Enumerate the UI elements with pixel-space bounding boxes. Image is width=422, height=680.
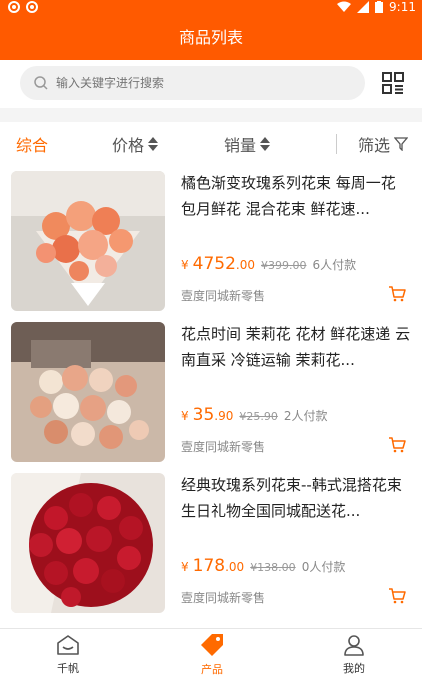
product-image[interactable] <box>11 473 165 613</box>
price-decimal: .00 <box>225 560 245 574</box>
search-box[interactable] <box>20 66 365 100</box>
tab-mine[interactable]: 我的 <box>314 629 394 680</box>
price-decimal: .90 <box>214 409 234 423</box>
search-area <box>0 60 422 108</box>
tab-qianfan[interactable]: 千帆 <box>28 629 108 680</box>
original-price: ¥399.00 <box>261 259 307 272</box>
price-currency: ¥ <box>181 409 189 423</box>
page-title: 商品列表 <box>0 16 422 60</box>
price-row: ¥ 4752 .00 ¥399.00 6人付款 <box>181 254 356 274</box>
pay-count: 0人付款 <box>301 560 346 574</box>
original-price: ¥25.90 <box>239 410 278 423</box>
home-icon <box>57 635 79 655</box>
product-title[interactable]: 经典玫瑰系列花束--韩式混搭花束生日礼物全国同城配送花... <box>181 472 413 524</box>
cart-icon[interactable] <box>388 437 406 453</box>
price-currency: ¥ <box>181 560 189 574</box>
tab-products[interactable]: 产品 <box>172 629 252 680</box>
price-integer: 4752 <box>192 254 236 274</box>
product-card[interactable]: 橘色渐变玫瑰系列花束 每周一花 包月鲜花 混合花束 鲜花速... ¥ 4752 … <box>0 166 422 317</box>
original-price: ¥138.00 <box>250 561 296 574</box>
wifi-icon <box>337 1 352 12</box>
status-time: 9:11 <box>389 0 416 14</box>
product-title[interactable]: 花点时间 茉莉花 花材 鲜花速递 云南直采 冷链运输 茉莉花... <box>181 321 413 373</box>
notification-icon <box>8 1 20 13</box>
shop-name: 壹度同城新零售 <box>181 289 266 303</box>
status-bar: 9:11 <box>0 0 422 16</box>
search-input[interactable] <box>56 76 336 90</box>
price-currency: ¥ <box>181 258 189 272</box>
search-icon <box>34 76 48 90</box>
filter-price-label: 价格 <box>112 136 145 155</box>
notification-icon-2 <box>26 1 38 13</box>
product-card[interactable]: 经典玫瑰系列花束--韩式混搭花束生日礼物全国同城配送花... ¥ 178 .00… <box>0 468 422 619</box>
filter-sales-label: 销量 <box>224 136 257 155</box>
tab-products-label: 产品 <box>201 663 223 676</box>
product-title[interactable]: 橘色渐变玫瑰系列花束 每周一花 包月鲜花 混合花束 鲜花速... <box>181 170 413 222</box>
tab-mine-label: 我的 <box>343 662 365 675</box>
filter-comprehensive-label: 综合 <box>16 136 49 155</box>
filter-bar: 综合 价格 销量 筛选 <box>0 122 422 166</box>
filter-divider <box>336 134 337 154</box>
product-image[interactable] <box>11 322 165 462</box>
price-row: ¥ 178 .00 ¥138.00 0人付款 <box>181 556 345 576</box>
tag-icon <box>201 634 223 656</box>
cart-icon[interactable] <box>388 588 406 604</box>
price-row: ¥ 35 .90 ¥25.90 2人付款 <box>181 405 328 425</box>
sort-arrows-icon <box>260 137 271 151</box>
filter-comprehensive[interactable]: 综合 <box>16 122 48 166</box>
bottom-tab-bar: 千帆 产品 我的 <box>0 628 422 680</box>
filter-button[interactable]: 筛选 <box>358 122 409 166</box>
signal-icon <box>357 1 370 13</box>
battery-icon <box>375 1 384 13</box>
product-card[interactable]: 花点时间 茉莉花 花材 鲜花速递 云南直采 冷链运输 茉莉花... ¥ 35 .… <box>0 317 422 468</box>
cart-icon[interactable] <box>388 286 406 302</box>
product-image[interactable] <box>11 171 165 311</box>
price-decimal: .00 <box>235 258 255 272</box>
filter-sales[interactable]: 销量 <box>224 122 271 166</box>
shop-name: 壹度同城新零售 <box>181 440 266 454</box>
pay-count: 2人付款 <box>283 409 328 423</box>
pay-count: 6人付款 <box>312 258 357 272</box>
scan-qr-icon[interactable] <box>382 72 404 94</box>
filter-price[interactable]: 价格 <box>112 122 159 166</box>
sort-arrows-icon <box>148 137 159 151</box>
price-integer: 178 <box>192 556 226 576</box>
tab-qianfan-label: 千帆 <box>57 662 79 675</box>
filter-button-label: 筛选 <box>358 136 391 155</box>
user-icon <box>344 635 364 656</box>
price-integer: 35 <box>192 405 215 425</box>
funnel-icon <box>394 137 409 151</box>
shop-name: 壹度同城新零售 <box>181 591 266 605</box>
